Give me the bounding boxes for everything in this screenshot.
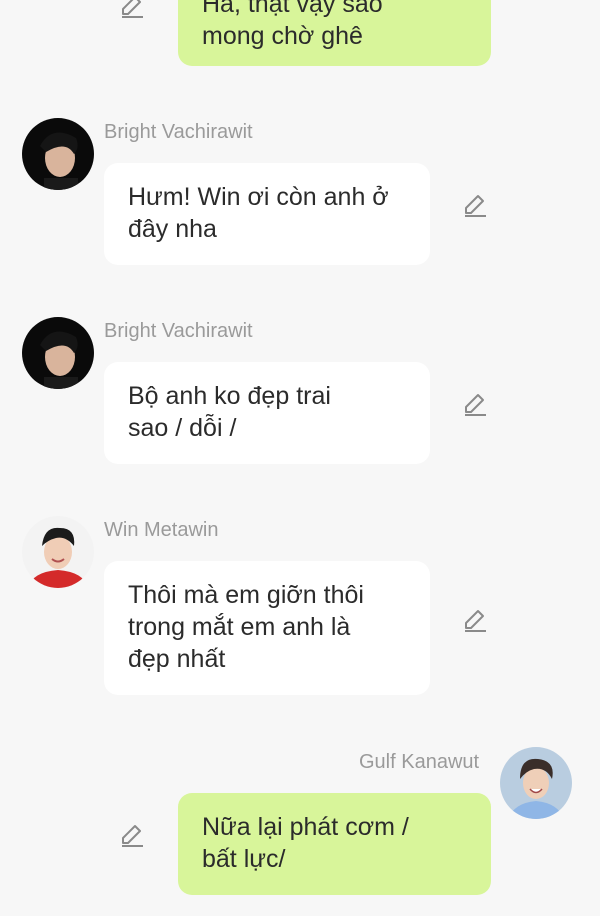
sender-name: Bright Vachirawit <box>104 320 253 342</box>
pencil-icon[interactable] <box>118 821 146 849</box>
sender-name: Bright Vachirawit <box>104 121 253 143</box>
sender-name: Win Metawin <box>104 519 219 541</box>
message-bubble[interactable]: Bộ anh ko đẹp trai sao / dỗi / <box>104 362 430 464</box>
pencil-icon[interactable] <box>461 606 489 634</box>
message-bubble[interactable]: Nữa lại phát cơm / bất lực/ <box>178 793 491 895</box>
avatar[interactable] <box>22 317 94 389</box>
avatar[interactable] <box>22 516 94 588</box>
sender-name: Gulf Kanawut <box>359 751 480 773</box>
message-bubble[interactable]: Thôi mà em giỡn thôi trong mắt em anh là… <box>104 561 430 695</box>
message-bubble[interactable]: Hưm! Win ơi còn anh ở đây nha <box>104 163 430 265</box>
message-bubble[interactable]: Hả, thật vậy sao mong chờ ghê <box>178 0 491 66</box>
avatar[interactable] <box>500 747 572 819</box>
avatar[interactable] <box>22 118 94 190</box>
pencil-icon[interactable] <box>461 390 489 418</box>
pencil-icon[interactable] <box>461 191 489 219</box>
pencil-icon[interactable] <box>118 0 146 20</box>
